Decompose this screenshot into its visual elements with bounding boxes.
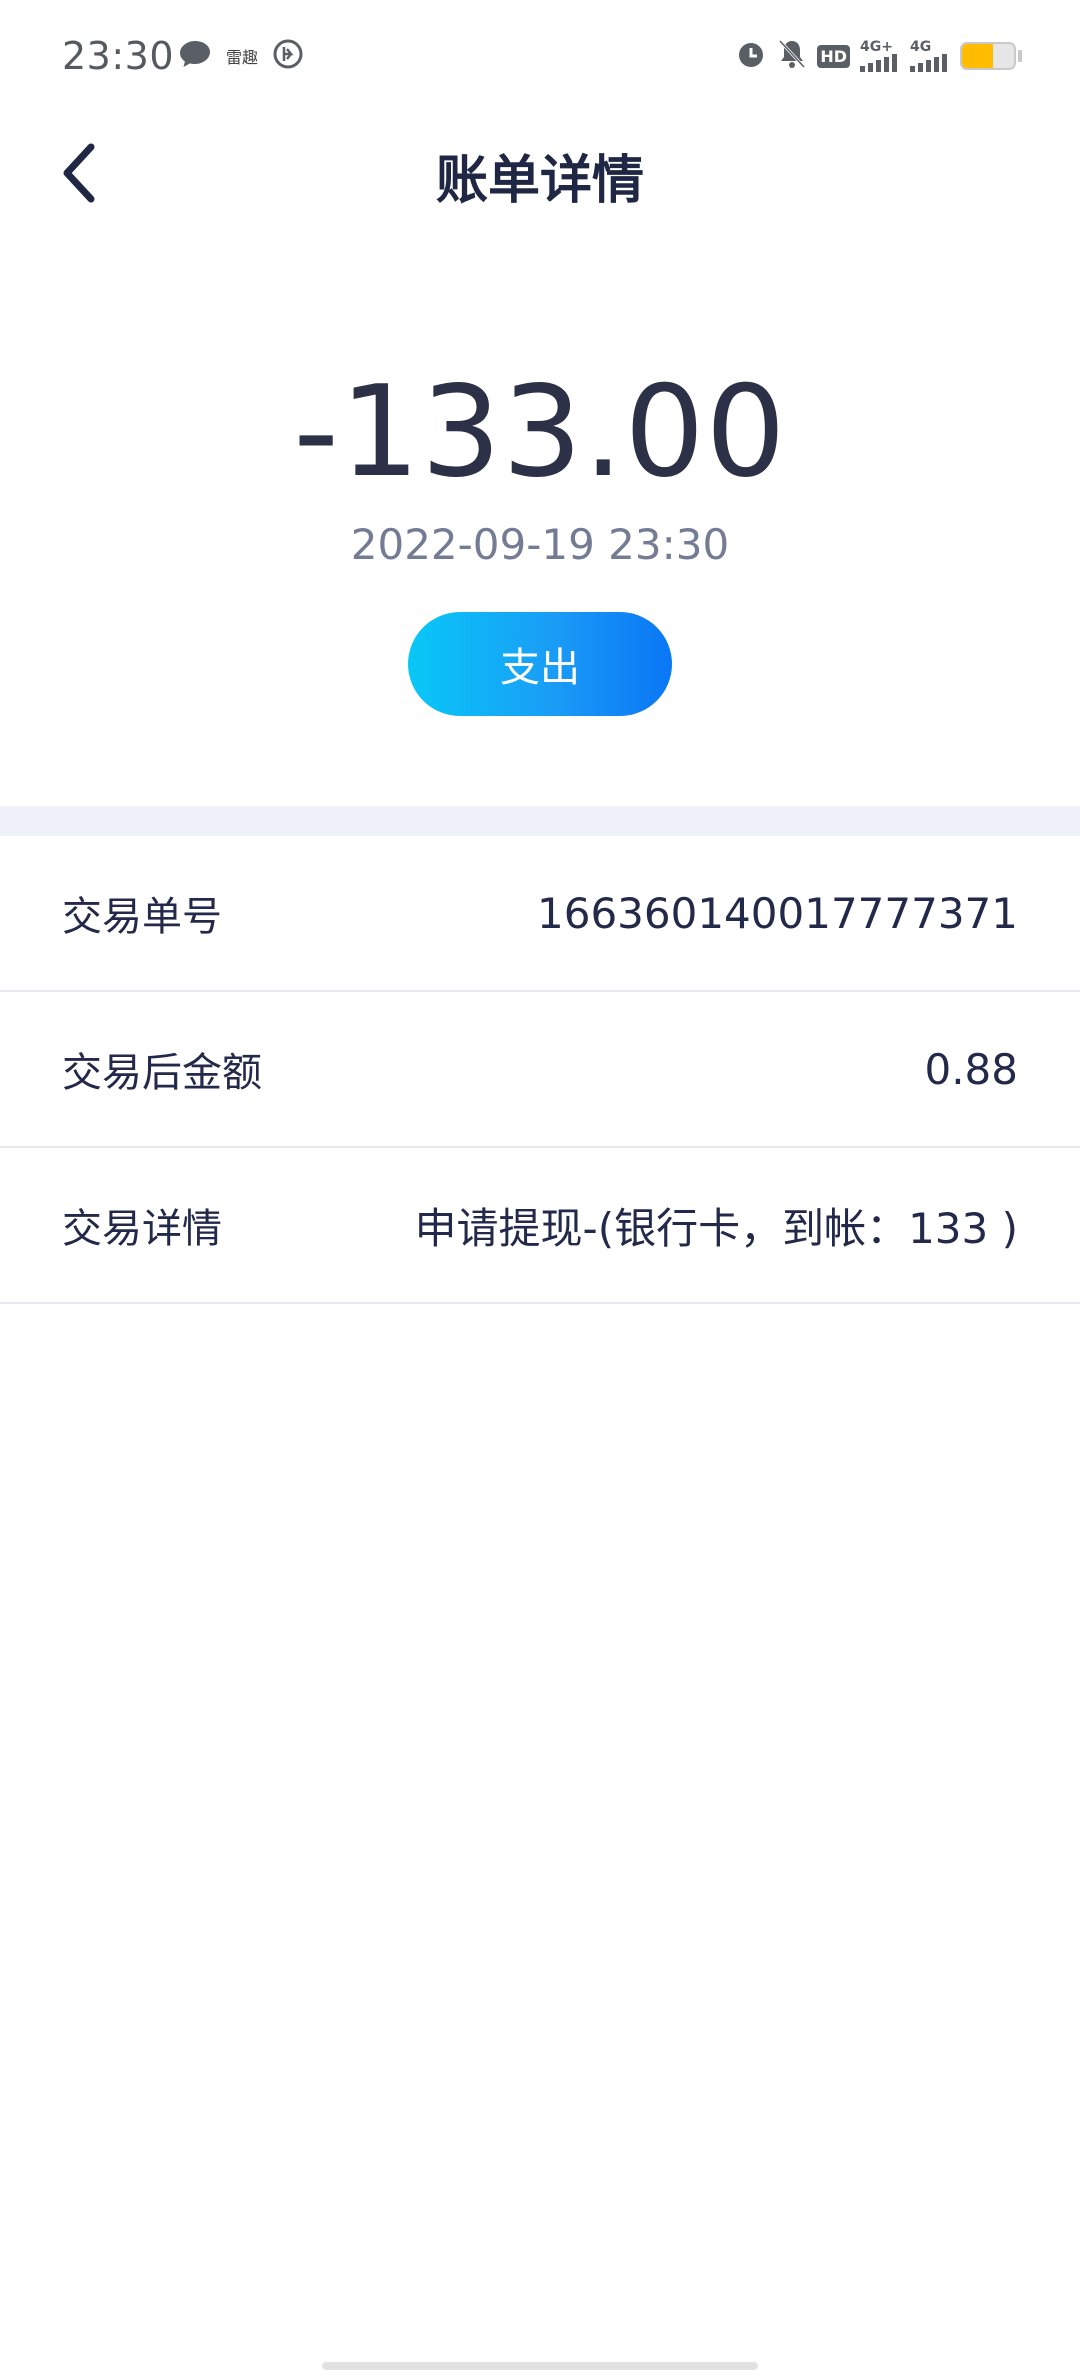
transaction-amount: -133.00 [293,358,787,505]
hd-icon: HD [817,44,850,68]
status-left-icons: 雷趣 [178,38,304,74]
detail-row-description: 交易详情 申请提现-(银行卡，到帐：133 ) [0,1148,1080,1304]
detail-value: 0.88 [924,1044,1018,1094]
section-divider [0,806,1080,836]
detail-value: 申请提现-(银行卡，到帐：133 ) [414,1203,1018,1253]
detail-label: 交易单号 [62,894,222,940]
detail-row-balance-after: 交易后金额 0.88 [0,992,1080,1148]
status-bar: 23:30 雷趣 HD 4G+ 4G [0,0,1080,118]
header: 账单详情 [0,118,1080,228]
vpn-circle-icon [272,38,304,74]
mute-bell-icon [777,38,807,74]
transaction-datetime: 2022-09-19 23:30 [350,520,730,569]
transaction-type-badge: 支出 [408,612,672,716]
battery-icon [960,42,1016,70]
page-title: 账单详情 [435,151,644,211]
status-time: 23:30 [62,34,175,78]
detail-label: 交易后金额 [62,1050,262,1096]
detail-list: 交易单号 1663601400177773​71 交易后金额 0.88 交易详情… [0,836,1080,1304]
home-indicator[interactable] [322,2362,758,2370]
signal-4g-plus-icon: 4G+ [860,40,900,72]
hd-label: HD [817,44,850,68]
net2-label: 4G [910,39,932,55]
detail-value: 1663601400177773​71 [537,888,1018,938]
message-bubble-icon [178,39,212,73]
alarm-icon [735,38,767,74]
status-right-icons: HD 4G+ 4G [735,38,1022,74]
detail-label: 交易详情 [62,1206,222,1252]
app-notification-icon: 雷趣 [226,48,259,67]
net1-label: 4G+ [860,39,893,55]
battery-cap [1018,50,1022,62]
signal-4g-icon: 4G [910,40,950,72]
bill-detail-screen: 23:30 雷趣 HD 4G+ 4G 账单详情 -133.00 2022-09-… [0,0,1080,2376]
detail-row-order-number: 交易单号 1663601400177773​71 [0,836,1080,992]
battery-fill [962,44,994,68]
